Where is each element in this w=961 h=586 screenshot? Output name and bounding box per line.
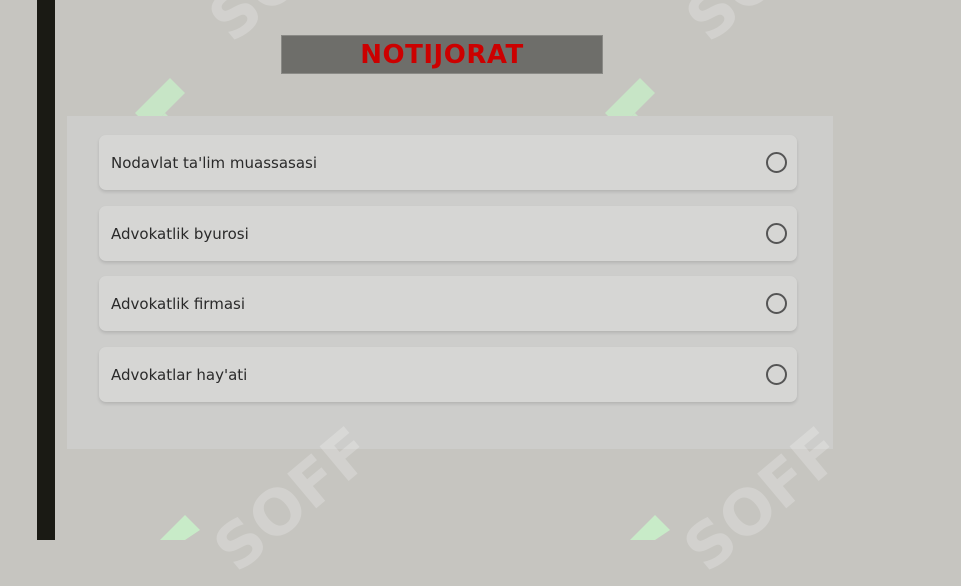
option-advokatlar-hayati[interactable]: Advokatlar hay'ati <box>99 347 797 402</box>
soff-watermark-text: SOFF <box>672 0 858 56</box>
option-nodavlat-talim-muassasasi[interactable]: Nodavlat ta'lim muassasasi <box>99 135 797 190</box>
radio-button[interactable] <box>766 223 787 244</box>
soff-watermark-logo <box>160 515 200 540</box>
option-label: Nodavlat ta'lim muassasasi <box>111 153 318 172</box>
option-label: Advokatlik firmasi <box>111 294 245 313</box>
soff-watermark-logo <box>630 515 670 540</box>
option-label: Advokatlik byurosi <box>111 224 249 243</box>
radio-button[interactable] <box>766 293 787 314</box>
page-title-box: NOTIJORAT <box>281 35 603 74</box>
radio-button[interactable] <box>766 152 787 173</box>
left-sidebar-bar <box>37 0 55 540</box>
radio-button[interactable] <box>766 364 787 385</box>
options-panel: Nodavlat ta'lim muassasasi Advokatlik by… <box>67 116 833 449</box>
option-advokatlik-firmasi[interactable]: Advokatlik firmasi <box>99 276 797 331</box>
option-advokatlik-byurosi[interactable]: Advokatlik byurosi <box>99 206 797 261</box>
page-title: NOTIJORAT <box>360 39 524 70</box>
option-label: Advokatlar hay'ati <box>111 365 248 384</box>
